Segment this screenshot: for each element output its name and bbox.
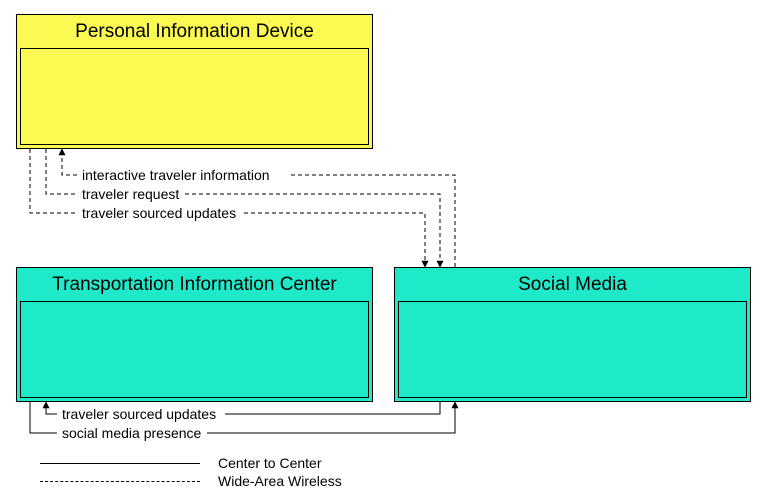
node-title: Transportation Information Center	[52, 274, 336, 295]
node-social-media: Social Media	[394, 267, 751, 402]
node-inner	[20, 48, 369, 145]
edge-label-social-media-presence: social media presence	[62, 425, 201, 441]
node-personal-information-device: Personal Information Device	[16, 14, 373, 149]
edge-label-traveler-sourced-updates-top: traveler sourced updates	[82, 205, 236, 221]
edge-label-traveler-request: traveler request	[82, 186, 179, 202]
legend-line-dashed	[40, 481, 200, 482]
legend-label-wide-area-wireless: Wide-Area Wireless	[218, 473, 342, 489]
edge-label-interactive-traveler-information: interactive traveler information	[82, 167, 270, 183]
node-transportation-information-center: Transportation Information Center	[16, 267, 373, 402]
node-inner	[20, 301, 369, 398]
node-title: Social Media	[518, 274, 627, 295]
node-inner	[398, 301, 747, 398]
edge-label-traveler-sourced-updates-bottom: traveler sourced updates	[62, 406, 216, 422]
legend-line-solid	[40, 463, 200, 464]
legend-label-center-to-center: Center to Center	[218, 455, 322, 471]
node-title: Personal Information Device	[75, 21, 314, 42]
